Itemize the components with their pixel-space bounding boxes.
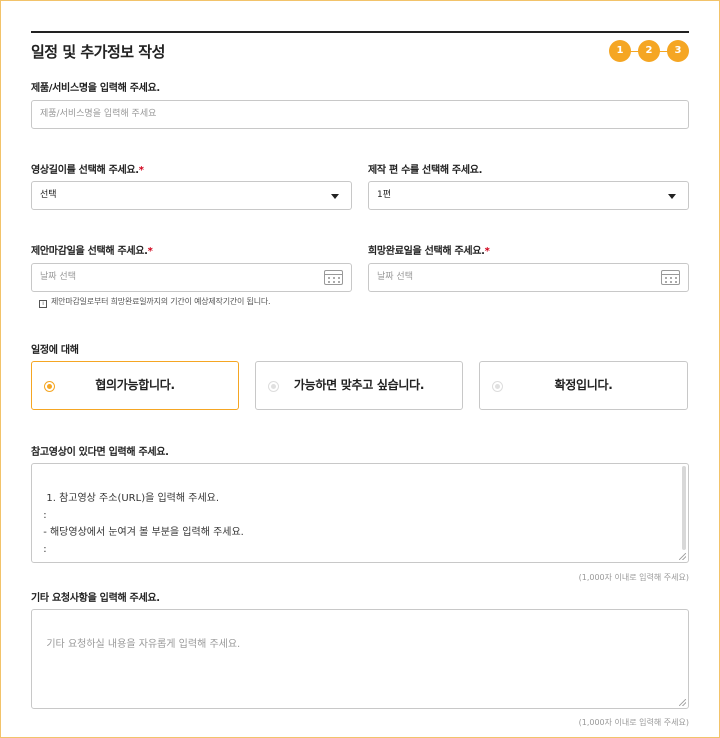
step-3: 3 [667, 40, 689, 62]
radio-selected-icon [44, 381, 55, 392]
desired-completion-label-text: 희망완료일을 선택해 주세요. [368, 246, 485, 257]
radio-unselected-icon [492, 381, 503, 392]
video-length-label-text: 영상길이를 선택해 주세요. [31, 165, 139, 176]
proposal-deadline-label-text: 제안마감일을 선택해 주세요. [31, 246, 148, 257]
schedule-option-label: 가능하면 맞추고 싶습니다. [293, 378, 425, 392]
info-icon: i [39, 300, 47, 308]
other-requests-placeholder: 기타 요청하실 내용을 자유롭게 입력해 주세요. [46, 639, 241, 650]
scrollbar[interactable] [682, 466, 686, 550]
schedule-option-preferred[interactable]: 가능하면 맞추고 싶습니다. [255, 361, 463, 410]
reference-text: 1. 참고영상 주소(URL)을 입력해 주세요. : - 해당영상에서 눈여겨… [43, 493, 244, 555]
radio-unselected-icon [268, 381, 279, 392]
proposal-deadline-placeholder: 날짜 선택 [40, 272, 76, 282]
video-length-label: 영상길이를 선택해 주세요.* [31, 161, 144, 176]
other-requests-label: 기타 요청사항을 입력해 주세요. [31, 593, 160, 604]
schedule-option-label: 협의가능합니다. [95, 378, 175, 392]
section-divider [31, 31, 689, 33]
date-note: i 제안마감일로부터 희망완료일까지의 기간이 예상제작기간이 됩니다. [39, 296, 271, 308]
step-2: 2 [638, 40, 660, 62]
step-indicator: 1 2 3 [609, 40, 689, 63]
proposal-deadline-label: 제안마감일을 선택해 주세요.* [31, 242, 153, 257]
calendar-icon[interactable] [324, 270, 343, 285]
desired-completion-label: 희망완료일을 선택해 주세요.* [368, 242, 490, 257]
schedule-option-negotiable[interactable]: 협의가능합니다. [31, 361, 239, 410]
calendar-icon[interactable] [661, 270, 680, 285]
other-requests-textarea[interactable]: 기타 요청하실 내용을 자유롭게 입력해 주세요. [31, 609, 689, 709]
reference-label: 참고영상이 있다면 입력해 주세요. [31, 447, 169, 458]
episode-count-value: 1편 [377, 190, 392, 200]
desired-completion-placeholder: 날짜 선택 [377, 272, 413, 282]
chevron-down-icon [668, 194, 676, 199]
video-length-select[interactable]: 선택 [31, 181, 352, 210]
required-mark: * [138, 165, 144, 176]
schedule-option-label: 확정입니다. [554, 378, 613, 392]
episode-count-select[interactable]: 1편 [368, 181, 689, 210]
schedule-option-fixed[interactable]: 확정입니다. [479, 361, 688, 410]
proposal-deadline-input[interactable]: 날짜 선택 [31, 263, 352, 292]
other-requests-limit-note: (1,000자 이내로 입력해 주세요) [578, 718, 689, 727]
step-1: 1 [609, 40, 631, 62]
resize-handle-icon[interactable] [679, 699, 686, 706]
section-title: 일정 및 추가정보 작성 [31, 43, 165, 61]
date-note-text: 제안마감일로부터 희망완료일까지의 기간이 예상제작기간이 됩니다. [51, 297, 271, 306]
video-length-value: 선택 [40, 190, 57, 200]
reference-limit-note: (1,000자 이내로 입력해 주세요) [578, 573, 689, 582]
required-mark: * [484, 246, 490, 257]
episode-count-label: 제작 편 수를 선택해 주세요. [368, 165, 483, 176]
product-label: 제품/서비스명을 입력해 주세요. [31, 83, 160, 94]
desired-completion-input[interactable]: 날짜 선택 [368, 263, 689, 292]
required-mark: * [147, 246, 153, 257]
resize-handle-icon[interactable] [679, 553, 686, 560]
product-input[interactable]: 제품/서비스명을 입력해 주세요 [31, 100, 689, 129]
reference-textarea[interactable]: 1. 참고영상 주소(URL)을 입력해 주세요. : - 해당영상에서 눈여겨… [31, 463, 689, 563]
chevron-down-icon [331, 194, 339, 199]
schedule-label: 일정에 대해 [31, 345, 79, 356]
